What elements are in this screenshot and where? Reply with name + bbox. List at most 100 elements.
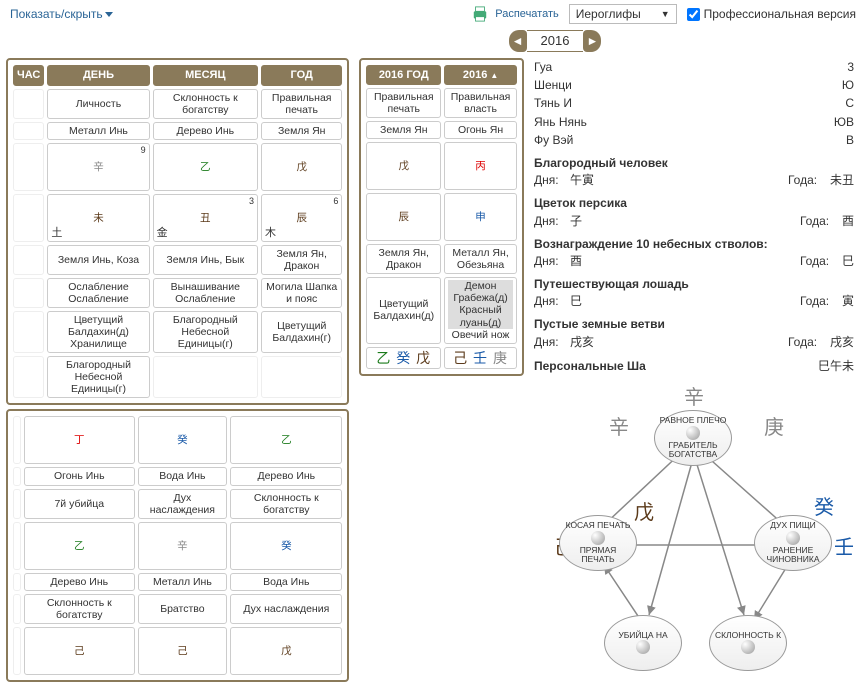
- hidden-god-cell: [13, 594, 21, 624]
- luck-branch-elem-cell: Металл Ян, Обезьяна: [444, 244, 517, 274]
- wheel-outer-char: 癸: [814, 495, 834, 522]
- star-cell: Благородный Небесной Единицы(г): [153, 311, 258, 353]
- hidden-stem-cell: 癸: [230, 522, 342, 570]
- wheel-node: СКЛОННОСТЬ К: [709, 615, 787, 671]
- display-mode-select[interactable]: Иероглифы▼: [569, 4, 677, 24]
- hidden-stem-cell: 丁: [24, 416, 135, 464]
- year-next-button[interactable]: ►: [583, 30, 601, 52]
- info-subrow: Дня:子Года:酉: [534, 212, 854, 230]
- info-row: Янь НяньЮВ: [534, 113, 854, 131]
- ten-god-cell: Личность: [47, 89, 149, 119]
- luck-elem-cell: Земля Ян: [366, 121, 441, 139]
- hidden-stem-cell: [13, 627, 21, 675]
- hidden-elem-cell: [13, 573, 21, 591]
- year-prev-button[interactable]: ◄: [509, 30, 527, 52]
- ten-god-cell: Правильная печать: [261, 89, 342, 119]
- branch-elem-cell: Земля Инь, Бык: [153, 245, 258, 275]
- hidden-god-cell: Склонность к богатству: [230, 489, 342, 519]
- header-year: ГОД: [261, 65, 342, 86]
- info-subrow: Дня:酉Года:巳: [534, 252, 854, 270]
- star-cell: [13, 356, 44, 398]
- hidden-god-cell: 7й убийца: [24, 489, 135, 519]
- ten-god-cell: Склонность к богатству: [153, 89, 258, 119]
- hidden-stem-cell: 戊: [230, 627, 342, 675]
- luck-hidden-cell: 己 壬 庚: [444, 347, 517, 369]
- info-panel: Гуа3ШенциЮТянь ИСЯнь НяньЮВФу ВэйВ Благо…: [534, 58, 860, 645]
- star-cell: Цветущий Балдахин(д) Хранилище: [47, 311, 149, 353]
- hidden-stem-cell: 辛: [138, 522, 228, 570]
- luck-star-cell: Демон Грабежа(д)Красный луань(д)Овечий н…: [444, 277, 517, 343]
- wheel-node: КОСАЯ ПЕЧАТЬПРЯМАЯ ПЕЧАТЬ: [559, 515, 637, 571]
- stem-cell: 戊: [261, 143, 342, 191]
- header-day: ДЕНЬ: [47, 65, 149, 86]
- print-link[interactable]: Распечатать: [471, 6, 559, 22]
- hidden-god-cell: Дух наслаждения: [230, 594, 342, 624]
- branch-cell: 辰6木: [261, 194, 342, 242]
- hidden-elem-cell: Металл Инь: [138, 573, 228, 591]
- hidden-stems-chart: 丁癸乙 Огонь ИньВода ИньДерево Инь 7й убийц…: [6, 409, 349, 681]
- info-section-title: Путешествующая лошадь: [534, 276, 854, 292]
- print-icon: [471, 6, 489, 22]
- toggle-link[interactable]: Показать/скрыть: [10, 7, 113, 21]
- chevron-down-icon: [105, 12, 113, 17]
- stem-cell: 辛9: [47, 143, 149, 191]
- star-cell: [153, 356, 258, 398]
- branch-cell: 未土: [47, 194, 149, 242]
- element-cell: [13, 122, 44, 140]
- phase-cell: Ослабление Ослабление: [47, 278, 149, 308]
- star-cell: Благородный Небесной Единицы(г): [47, 356, 149, 398]
- branch-elem-cell: [13, 245, 44, 275]
- luck-branch-elem-cell: Земля Ян, Дракон: [366, 244, 441, 274]
- hidden-elem-cell: Огонь Инь: [24, 467, 135, 485]
- info-section-title: Цветок персика: [534, 195, 854, 211]
- info-subrow: Дня:午寅Года:未丑: [534, 171, 854, 189]
- info-row: Тянь ИС: [534, 94, 854, 112]
- hidden-elem-cell: Дерево Инь: [24, 573, 135, 591]
- hidden-god-cell: Склонность к богатству: [24, 594, 135, 624]
- hidden-elem-cell: Вода Инь: [138, 467, 228, 485]
- phase-cell: [13, 278, 44, 308]
- wheel-outer-char: 庚: [764, 415, 784, 442]
- wheel-outer-char: 壬: [834, 535, 854, 562]
- info-section-title: Пустые земные ветви: [534, 316, 854, 332]
- pro-checkbox-input[interactable]: [687, 8, 700, 21]
- wheel-node: РАВНОЕ ПЛЕЧОГРАБИТЕЛЬ БОГАТСТВА: [654, 410, 732, 466]
- hidden-stem-cell: [13, 416, 21, 464]
- luck-header-period[interactable]: 2016: [444, 65, 517, 85]
- branch-elem-cell: Земля Инь, Коза: [47, 245, 149, 275]
- hidden-god-cell: [13, 489, 21, 519]
- info-subrow: Дня:巳Года:寅: [534, 292, 854, 310]
- bazi-chart: ЧАС ДЕНЬ МЕСЯЦ ГОД ЛичностьСклонность к …: [6, 58, 349, 405]
- star-cell: [13, 311, 44, 353]
- hidden-god-cell: Братство: [138, 594, 228, 624]
- branch-cell: [13, 194, 44, 242]
- luck-header-year: 2016 ГОД: [366, 65, 441, 85]
- wheel-outer-char: 辛: [684, 385, 704, 412]
- luck-god-cell: Правильная власть: [444, 88, 517, 118]
- hidden-stem-cell: 己: [24, 627, 135, 675]
- hidden-stem-cell: [13, 522, 21, 570]
- luck-stem-cell: 戊: [366, 142, 441, 190]
- year-value: 2016: [527, 30, 584, 52]
- hidden-stem-cell: 乙: [24, 522, 135, 570]
- hidden-stem-cell: 乙: [230, 416, 342, 464]
- star-cell: [261, 356, 342, 398]
- year-selector: ◄ 2016 ►: [505, 30, 605, 52]
- hidden-elem-cell: Дерево Инь: [230, 467, 342, 485]
- stem-cell: 乙: [153, 143, 258, 191]
- info-section-title: Благородный человек: [534, 155, 854, 171]
- header-hour: ЧАС: [13, 65, 44, 86]
- element-wheel: 辛庚癸壬戊己辛РАВНОЕ ПЛЕЧОГРАБИТЕЛЬ БОГАТСТВАДУ…: [534, 385, 854, 645]
- info-section-title: Вознаграждение 10 небесных стволов:: [534, 236, 854, 252]
- hidden-stem-cell: 癸: [138, 416, 228, 464]
- stem-cell: [13, 143, 44, 191]
- hidden-god-cell: Дух наслаждения: [138, 489, 228, 519]
- info-row: Фу ВэйВ: [534, 131, 854, 149]
- dropdown-triangle-icon: ▼: [661, 9, 670, 19]
- personal-sha-value: 巳午未: [818, 358, 854, 374]
- info-row: ШенциЮ: [534, 76, 854, 94]
- star-cell: Цветущий Балдахин(г): [261, 311, 342, 353]
- element-cell: Земля Ян: [261, 122, 342, 140]
- pro-version-checkbox[interactable]: Профессиональная версия: [687, 7, 856, 21]
- luck-star-cell: Цветущий Балдахин(д): [366, 277, 441, 343]
